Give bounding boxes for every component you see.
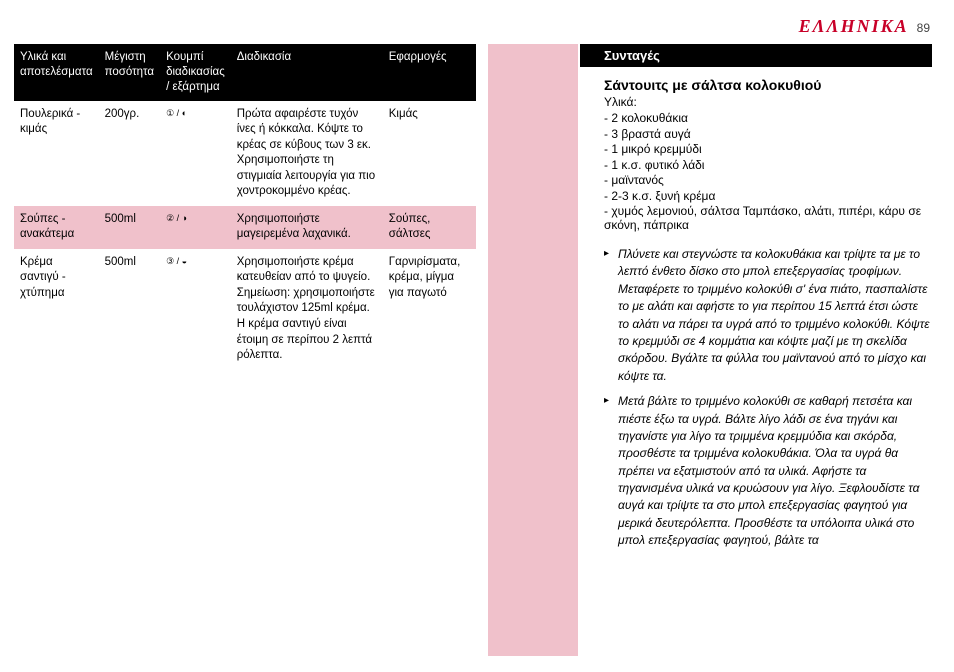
table-cell: Σούπες - ανακάτεμα	[14, 206, 99, 249]
steps-list: Πλύνετε και στεγνώστε τα κολοκυθάκια και…	[604, 246, 932, 550]
table-cell: 200γρ.	[99, 101, 160, 206]
ingredient-item: μαϊντανός	[604, 173, 932, 187]
left-column: Υλικά και αποτελέσματα Μέγιστη ποσότητα …	[14, 44, 476, 370]
ingredient-item: 3 βραστά αυγά	[604, 127, 932, 141]
process-button-icon: ① / ◐	[166, 109, 187, 118]
table-cell: Σούπες, σάλτσες	[383, 206, 476, 249]
th-applications: Εφαρμογές	[383, 44, 476, 101]
table-cell: ③ / ◒	[160, 249, 231, 370]
recipe-title: Σάντουιτς με σάλτσα κολοκυθιού	[604, 77, 932, 93]
table-cell: Κιμάς	[383, 101, 476, 206]
th-procedure: Διαδικασία	[231, 44, 383, 101]
table-cell: Πρώτα αφαιρέστε τυχόν ίνες ή κόκκαλα. Κό…	[231, 101, 383, 206]
table-cell: 500ml	[99, 249, 160, 370]
ingredient-item: 2-3 κ.σ. ξυνή κρέμα	[604, 189, 932, 203]
table-cell: ② / ◑	[160, 206, 231, 249]
step-item: Πλύνετε και στεγνώστε τα κολοκυθάκια και…	[604, 246, 932, 385]
ingredients-list: 2 κολοκυθάκια 3 βραστά αυγά1 μικρό κρεμμύ…	[604, 111, 932, 232]
th-materials: Υλικά και αποτελέσματα	[14, 44, 99, 101]
table-cell: 500ml	[99, 206, 160, 249]
table-row: Σούπες - ανακάτεμα500ml ② / ◑ Χρησιμοποιήσ…	[14, 206, 476, 249]
ingredient-item: 1 μικρό κρεμμύδι	[604, 142, 932, 156]
right-column: Συνταγές Σάντουιτς με σάλτσα κολοκυθιού …	[580, 44, 932, 558]
th-button: Κουμπί διαδικασίας / εξάρτημα	[160, 44, 231, 101]
section-title: Συνταγές	[580, 44, 932, 67]
ingredient-item: χυμός λεμονιού, σάλτσα Ταμπάσκο, αλάτι, …	[604, 204, 932, 232]
th-max-qty: Μέγιστη ποσότητα	[99, 44, 160, 101]
page-number: 89	[917, 21, 930, 35]
center-divider	[488, 44, 578, 656]
brand-label: ΕΛΛΗΝΙΚΑ	[799, 16, 909, 37]
table-cell: Πουλερικά - κιμάς	[14, 101, 99, 206]
table-row: Πουλερικά - κιμάς200γρ. ① / ◐ Πρώτα αφαιρέ…	[14, 101, 476, 206]
ingredient-item: 1 κ.σ. φυτικό λάδι	[604, 158, 932, 172]
table-cell: Γαρνιρίσματα, κρέμα, μίγμα για παγωτό	[383, 249, 476, 370]
ingredient-item: 2 κολοκυθάκια	[604, 111, 932, 125]
processing-table: Υλικά και αποτελέσματα Μέγιστη ποσότητα …	[14, 44, 476, 370]
table-row: Κρέμα σαντιγύ - χτύπημα500ml ③ / ◒ Χρησιμο…	[14, 249, 476, 370]
page-header: ΕΛΛΗΝΙΚΑ 89	[799, 16, 930, 37]
table-cell: Χρησιμοποιήστε μαγειρεμένα λαχανικά.	[231, 206, 383, 249]
table-cell: ① / ◐	[160, 101, 231, 206]
step-item: Μετά βάλτε το τριμμένο κολοκύθι σε καθαρ…	[604, 393, 932, 550]
process-button-icon: ② / ◑	[166, 214, 187, 223]
table-cell: Κρέμα σαντιγύ - χτύπημα	[14, 249, 99, 370]
ingredients-label: Υλικά:	[604, 95, 932, 109]
table-cell: Χρησιμοποιήστε κρέμα κατευθείαν από το ψ…	[231, 249, 383, 370]
process-button-icon: ③ / ◒	[166, 257, 187, 266]
